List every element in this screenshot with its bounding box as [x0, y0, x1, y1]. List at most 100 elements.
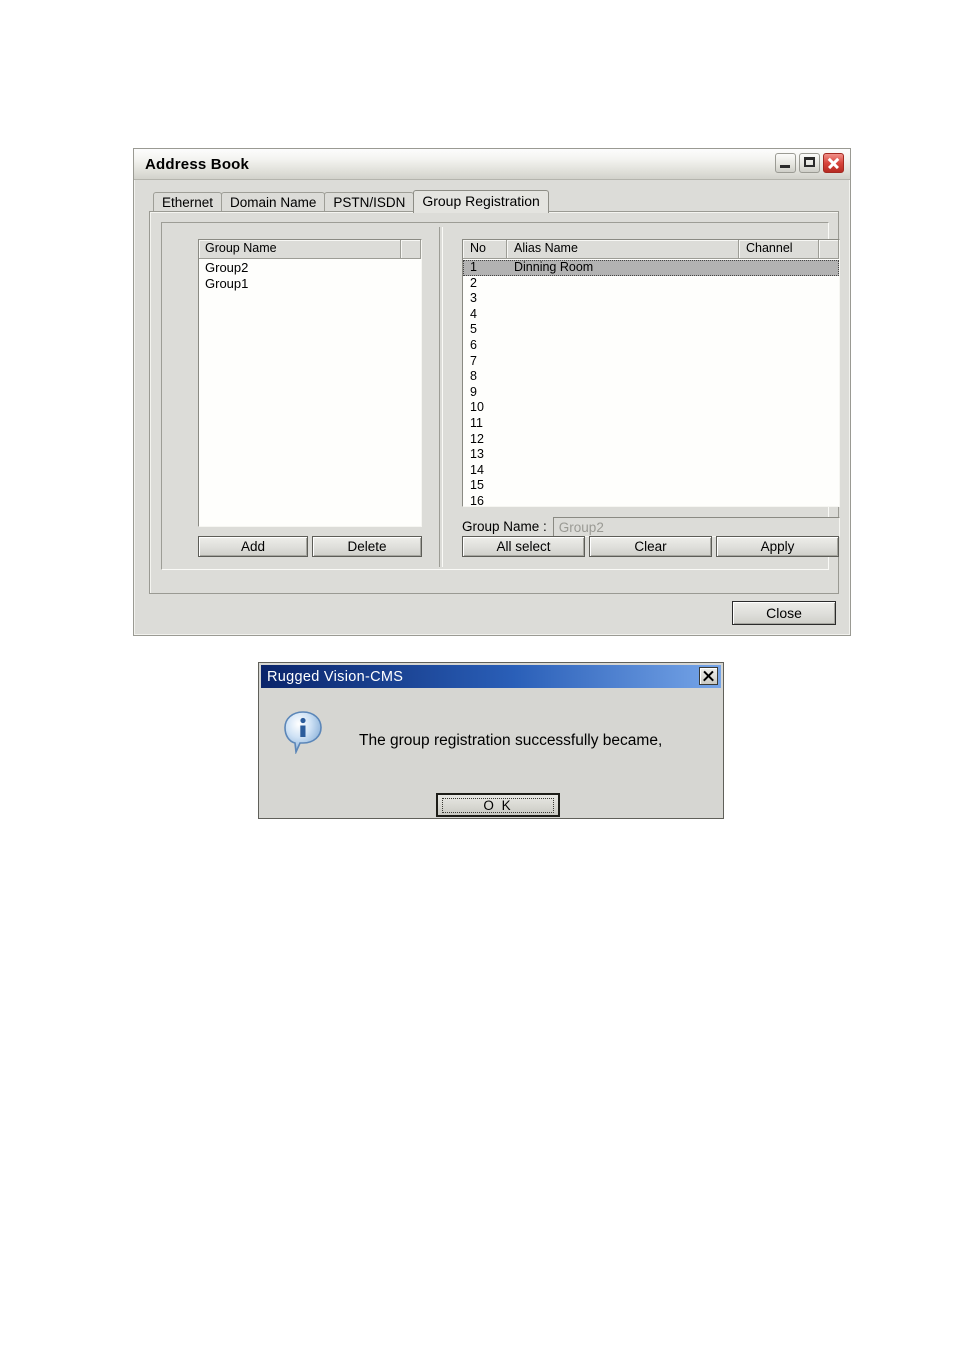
- cell-channel: [739, 291, 819, 307]
- group-list-rows: Group2 Group1: [199, 259, 421, 291]
- cell-channel: [739, 354, 819, 370]
- cell-alias: [507, 307, 739, 323]
- cell-channel: [739, 463, 819, 479]
- message-dialog-title: Rugged Vision-CMS: [267, 668, 404, 685]
- column-group-name-filler: [401, 240, 421, 258]
- cell-alias: [507, 400, 739, 416]
- tab-pstn-isdn[interactable]: PSTN/ISDN: [324, 192, 415, 211]
- message-dialog-close-button[interactable]: [699, 667, 718, 685]
- cell-alias: Dinning Room: [514, 260, 594, 274]
- minimize-button[interactable]: [775, 153, 796, 173]
- cell-channel: [739, 447, 819, 463]
- cell-no: 12: [470, 431, 484, 446]
- cell-alias: [507, 478, 739, 494]
- table-row[interactable]: 6: [463, 338, 839, 354]
- cell-alias: [507, 369, 739, 385]
- group-action-buttons: Add Delete: [198, 536, 422, 557]
- cell-alias: [507, 322, 739, 338]
- apply-button[interactable]: Apply: [716, 536, 839, 557]
- cell-alias: [507, 463, 739, 479]
- cell-alias: [507, 338, 739, 354]
- cell-no: 2: [470, 275, 477, 290]
- panels-container: Group Name Group2 Group1 Add Delete No A…: [161, 222, 840, 570]
- window-body: Ethernet Domain Name PSTN/ISDN Group Reg…: [134, 180, 850, 636]
- table-row[interactable]: 4: [463, 307, 839, 323]
- tab-strip: Ethernet Domain Name PSTN/ISDN Group Reg…: [153, 189, 841, 213]
- column-channel[interactable]: Channel: [739, 240, 819, 258]
- cell-alias: [507, 385, 739, 401]
- list-item[interactable]: Group2: [199, 260, 421, 276]
- window-close-button[interactable]: [823, 153, 844, 173]
- cell-alias: [507, 494, 739, 506]
- cell-no: 3: [470, 291, 477, 306]
- ok-button[interactable]: O K: [436, 793, 560, 817]
- cell-channel: [739, 322, 819, 338]
- cell-no: 13: [470, 447, 484, 462]
- cell-no: 6: [470, 337, 477, 352]
- table-row[interactable]: 3: [463, 291, 839, 307]
- list-item[interactable]: Group1: [199, 276, 421, 292]
- add-button[interactable]: Add: [198, 536, 308, 557]
- table-row[interactable]: 5: [463, 322, 839, 338]
- window-controls: [775, 153, 844, 173]
- cell-channel: [739, 338, 819, 354]
- cell-channel: [739, 369, 819, 385]
- table-row[interactable]: 8: [463, 369, 839, 385]
- cell-channel: [739, 385, 819, 401]
- cell-no: 9: [470, 384, 477, 399]
- table-row[interactable]: 16: [463, 494, 839, 506]
- cell-no: 5: [470, 322, 477, 337]
- clear-button[interactable]: Clear: [589, 536, 712, 557]
- table-row[interactable]: 9: [463, 385, 839, 401]
- tab-domain-name[interactable]: Domain Name: [221, 192, 326, 211]
- cell-alias: [507, 276, 739, 292]
- cell-no: 4: [470, 306, 477, 321]
- panel-divider: [439, 227, 443, 567]
- cell-no: 8: [470, 369, 477, 384]
- member-grid-header: No Alias Name Channel: [463, 240, 839, 259]
- cell-no: 7: [470, 353, 477, 368]
- cell-channel: [739, 478, 819, 494]
- table-row[interactable]: 1 Dinning Room: [463, 260, 839, 276]
- cell-no: 15: [470, 478, 484, 493]
- cell-alias: [507, 354, 739, 370]
- message-dialog-titlebar: Rugged Vision-CMS: [261, 665, 721, 688]
- column-alias-name[interactable]: Alias Name: [507, 240, 739, 258]
- column-no[interactable]: No: [463, 240, 507, 258]
- group-name-label: Group Name :: [462, 519, 547, 534]
- column-group-name[interactable]: Group Name: [199, 240, 401, 258]
- close-dialog-button[interactable]: Close: [732, 601, 836, 625]
- cell-channel: [739, 400, 819, 416]
- cell-channel: [739, 432, 819, 448]
- group-name-listbox[interactable]: Group Name Group2 Group1: [198, 239, 422, 527]
- delete-button[interactable]: Delete: [312, 536, 422, 557]
- table-row[interactable]: 14: [463, 463, 839, 479]
- cell-alias: [507, 291, 739, 307]
- cell-channel: [739, 494, 819, 506]
- maximize-icon: [804, 157, 815, 167]
- cell-alias: [507, 447, 739, 463]
- group-name-input[interactable]: Group2: [552, 516, 840, 537]
- cell-alias: [507, 432, 739, 448]
- maximize-button[interactable]: [799, 153, 820, 173]
- tab-group-registration[interactable]: Group Registration: [413, 190, 549, 213]
- table-row[interactable]: 11: [463, 416, 839, 432]
- cell-channel: [739, 416, 819, 432]
- member-action-buttons: All select Clear Apply: [462, 536, 840, 557]
- table-row[interactable]: 7: [463, 354, 839, 370]
- cell-no: 11: [470, 415, 483, 430]
- cell-no: 14: [470, 462, 484, 477]
- table-row[interactable]: 15: [463, 478, 839, 494]
- table-row[interactable]: 10: [463, 400, 839, 416]
- member-grid[interactable]: No Alias Name Channel 1 Dinning Room 2 3…: [462, 239, 840, 507]
- column-filler: [819, 240, 839, 258]
- all-select-button[interactable]: All select: [462, 536, 585, 557]
- table-row[interactable]: 13: [463, 447, 839, 463]
- cell-channel: [739, 276, 819, 292]
- tab-ethernet[interactable]: Ethernet: [153, 192, 223, 211]
- group-name-field-row: Group Name : Group2: [462, 516, 840, 537]
- group-list-header: Group Name: [199, 240, 421, 259]
- info-icon: [283, 710, 323, 756]
- table-row[interactable]: 12: [463, 432, 839, 448]
- table-row[interactable]: 2: [463, 276, 839, 292]
